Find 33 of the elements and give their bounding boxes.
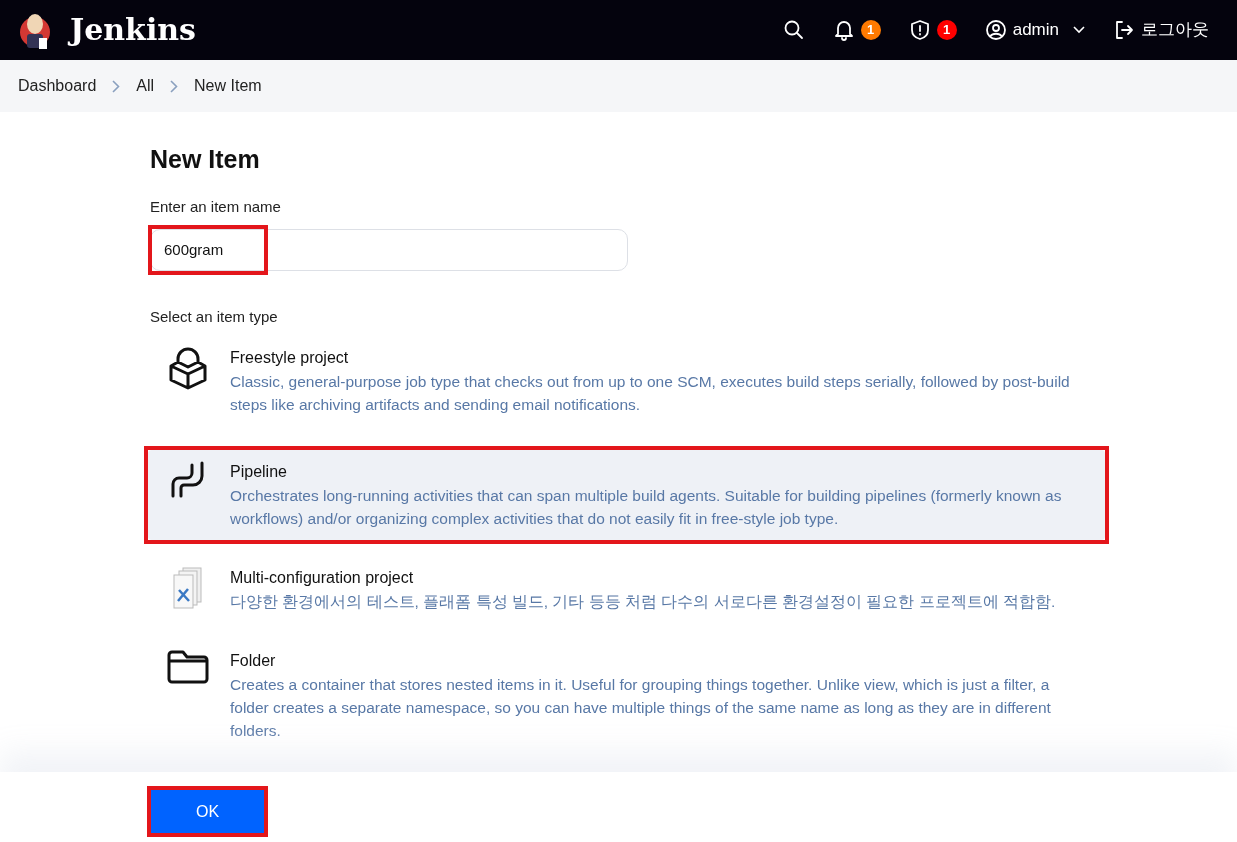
chevron-right-icon: [112, 79, 121, 93]
cube-icon: [168, 346, 208, 390]
ok-button[interactable]: OK: [150, 789, 265, 834]
count-badge: 1: [936, 20, 957, 40]
chevron-down-icon: [1073, 26, 1085, 34]
item-name-label: Enter an item name: [150, 197, 282, 217]
breadcrumb-link[interactable]: Dashboard: [18, 74, 97, 98]
bell-icon: [832, 19, 855, 41]
item-type-name: Freestyle project: [230, 348, 350, 368]
search-icon: [782, 19, 805, 41]
item-type-description: Classic, general-purpose job type that checks out from up to one SCM, executes build steps serially, followed by post-build steps like archiving artifacts and sending email notifications.: [230, 372, 1071, 415]
item-type-name: Multi-configuration project: [230, 568, 415, 588]
breadcrumb-link[interactable]: New Item: [194, 74, 262, 98]
chevron-right-icon: [170, 79, 179, 93]
item-name-input[interactable]: 600gram: [150, 228, 628, 271]
page-title: New Item: [150, 144, 261, 174]
breadcrumb-link[interactable]: All: [136, 74, 155, 98]
shield-icon: [908, 19, 931, 41]
count-badge: 1: [860, 20, 881, 40]
user-menu-button[interactable]: admin: [974, 11, 1095, 49]
logout-icon: [1113, 19, 1135, 41]
security-button[interactable]: 1: [898, 13, 967, 47]
item-type-option[interactable]: Multi-configuration project 다양한 환경에서의 테스트, 플래폼 특성 빌드, 기타 등등 처럼 다수의 서로다른 환경설정이 필요한 프로젝트에 적합함.: [148, 556, 1105, 623]
item-type-name: Pipeline: [230, 462, 288, 482]
documents-tools-icon: [171, 566, 205, 610]
folder-icon: [166, 649, 210, 685]
item-type-description: Creates a container that stores nested items in it. Useful for grouping things together. Unlike view, which is just a filter, a folder creates a separate namespace, so you can have multiple things of the same name as long as they are in different folders.: [230, 675, 1052, 741]
user-icon: [984, 19, 1007, 41]
item-type-label: Select an item type: [150, 306, 279, 327]
item-type-description: 다양한 환경에서의 테스트, 플래폼 특성 빌드, 기타 등등 처럼 다수의 서로다른 환경설정이 필요한 프로젝트에 적합함.: [230, 592, 1056, 612]
item-type-name: Folder: [230, 651, 277, 671]
logout-button[interactable]: 로그아웃: [1103, 11, 1219, 49]
item-type-description: Orchestrates long-running activities that can span multiple build agents. Suitable for building pipelines (formerly known as workflows) and/or organizing complex activities that do not easily fit in free-style job type.: [230, 486, 1063, 529]
